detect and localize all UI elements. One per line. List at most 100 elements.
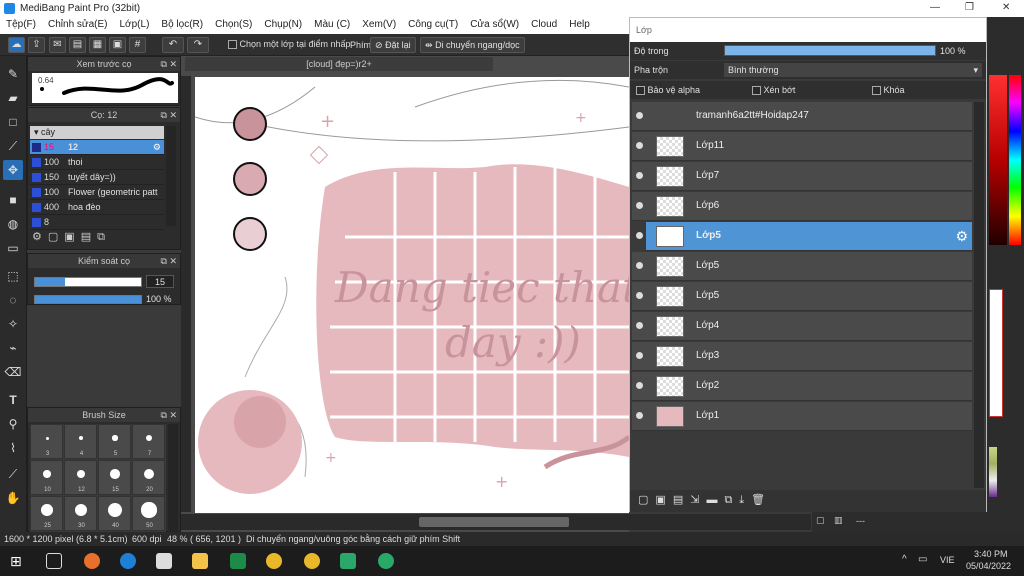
brush-list-item[interactable]: 15 12 ⚙ [30, 140, 164, 155]
dot-tool-icon[interactable]: □ [3, 112, 23, 132]
magic-wand-tool-icon[interactable]: ✧ [3, 314, 23, 334]
layer-list-scrollbar[interactable] [974, 102, 984, 488]
import-layer-icon[interactable]: ⇲ [690, 494, 706, 506]
brush-size-cell[interactable]: 3 [30, 424, 63, 459]
clock-date[interactable]: 05/04/2022 [966, 561, 1011, 571]
folder-icon[interactable]: ▤ [81, 231, 97, 243]
panel-layout-icon[interactable]: ▣ [109, 37, 126, 53]
drawing-canvas[interactable]: + + + + Dang tiec that day :)) [195, 77, 629, 513]
layer-row[interactable]: Lớp2 [632, 372, 972, 401]
edge-icon[interactable] [120, 553, 136, 569]
layer-row[interactable]: Lớp4 [632, 312, 972, 341]
layer-opacity-slider[interactable] [724, 45, 936, 56]
brush-size-scrollbar[interactable] [168, 424, 178, 532]
brush-size-cell[interactable]: 30 [64, 496, 97, 531]
brush-list-item[interactable]: 100 Flower (geometric patt [30, 185, 164, 200]
brush-size-cell[interactable]: 50 [132, 496, 165, 531]
brush-list-item[interactable]: 8 [30, 215, 164, 230]
brush-tool-icon[interactable]: ✎ [3, 64, 23, 84]
layer-row[interactable]: Lớp11 [632, 132, 972, 161]
menu-cloud[interactable]: Cloud [525, 17, 563, 30]
select-single-layer-option[interactable]: Chọn một lớp tại điểm nhấp [228, 39, 350, 50]
task-view-icon[interactable] [46, 553, 62, 569]
chrome-icon[interactable] [266, 553, 282, 569]
redo-icon[interactable]: ↷ [187, 37, 209, 53]
new-color-layer-icon[interactable]: ▤ [673, 494, 690, 506]
brush-size-value[interactable]: 15 [146, 275, 174, 288]
excel-icon[interactable] [230, 553, 246, 569]
windows-start-icon[interactable]: ⊞ [10, 553, 26, 569]
delete-layer-icon[interactable]: 🗑 [751, 494, 772, 506]
brush-group-header[interactable]: ▾ cây [30, 126, 164, 139]
medibang-icon[interactable] [340, 553, 356, 569]
canvas-horizontal-scrollbar[interactable] [181, 514, 811, 530]
menu-window[interactable]: Cửa sổ(W) [464, 17, 525, 30]
brush-size-cell[interactable]: 5 [98, 424, 131, 459]
blend-mode-select[interactable]: Bình thường ▾ [724, 63, 982, 77]
network-icon[interactable]: ▭ [918, 554, 927, 565]
new-brush-icon[interactable]: ▢ [48, 231, 64, 243]
clipping-option[interactable]: Xén bớt [752, 85, 795, 96]
menu-layer[interactable]: Lớp(L) [114, 17, 156, 30]
brush-size-slider[interactable] [34, 277, 142, 287]
gradient-tool-icon[interactable]: ▭ [3, 238, 23, 258]
lock-checkbox[interactable] [872, 86, 881, 96]
hue-bar[interactable] [1009, 75, 1021, 245]
menu-select[interactable]: Chọn(S) [209, 17, 258, 30]
hand-tool-icon[interactable]: ✋ [3, 488, 23, 508]
panel-close-icon[interactable]: ⧉ ✕ [161, 408, 177, 422]
grid-icon[interactable]: # [129, 37, 146, 53]
layer-row[interactable]: Lớp6 [632, 192, 972, 221]
clipping-checkbox[interactable] [752, 86, 761, 96]
layer-visibility-icon[interactable] [636, 262, 643, 269]
layer-visibility-icon[interactable] [636, 142, 643, 149]
layer-row[interactable]: Lớp5 ⚙ [636, 222, 972, 251]
file-explorer-icon[interactable] [192, 553, 208, 569]
layer-visibility-icon[interactable] [636, 232, 643, 239]
new-folder-icon[interactable]: ▬ [706, 494, 724, 506]
lasso-tool-icon[interactable]: ◌ [3, 290, 23, 310]
menu-help[interactable]: Help [563, 17, 596, 30]
select-eraser-tool-icon[interactable]: ⌫ [3, 362, 23, 382]
menu-file[interactable]: Tệp(F) [0, 17, 42, 30]
layer-row[interactable]: Lớp5 [632, 282, 972, 311]
layer-row[interactable]: Lớp3 [632, 342, 972, 371]
eraser-tool-icon[interactable]: ▰ [3, 88, 23, 108]
language-indicator[interactable]: VIE [940, 555, 955, 565]
brush-settings-icon[interactable]: ⚙ [32, 231, 48, 243]
menu-snap[interactable]: Chụp(N) [258, 17, 308, 30]
select-single-layer-checkbox[interactable] [228, 40, 237, 50]
color-square[interactable] [989, 75, 1007, 245]
brush-size-cell[interactable]: 12 [64, 460, 97, 495]
layer-visibility-icon[interactable] [636, 112, 643, 119]
move-horizontal-vertical-button[interactable]: ⇹ Di chuyển ngang/dọc [420, 37, 525, 53]
brush-size-cell[interactable]: 15 [98, 460, 131, 495]
document-icon[interactable]: ▦ [89, 37, 106, 53]
brush-size-cell[interactable]: 4 [64, 424, 97, 459]
brush-size-cell[interactable]: 10 [30, 460, 63, 495]
layer-row[interactable]: Lớp1 [632, 402, 972, 431]
brush-size-cell[interactable]: 20 [132, 460, 165, 495]
menu-edit[interactable]: Chỉnh sửa(E) [42, 17, 114, 30]
layer-visibility-icon[interactable] [636, 322, 643, 329]
shape-tool-icon[interactable]: ■ [3, 190, 23, 210]
new-layer-icon[interactable]: ▢ [638, 494, 655, 506]
brush-settings-gear-icon[interactable]: ⚙ [153, 140, 161, 155]
brush-size-cell[interactable]: 40 [98, 496, 131, 531]
brush-list-item[interactable]: 400 hoa đèo [30, 200, 164, 215]
copy-brush-icon[interactable]: ⧉ [97, 231, 111, 243]
text-tool-icon[interactable]: T [3, 390, 23, 410]
trash-icon[interactable]: ▥ [834, 515, 843, 526]
layer-visibility-icon[interactable] [636, 172, 643, 179]
menu-view[interactable]: Xem(V) [356, 17, 402, 30]
merge-layer-icon[interactable]: ⤓ [739, 494, 751, 506]
panel-close-icon[interactable]: ⧉ ✕ [161, 254, 177, 268]
layer-row[interactable]: Lớp5 [632, 252, 972, 281]
duplicate-layer-icon[interactable]: ⧉ [724, 494, 739, 506]
brush-opacity-slider[interactable] [34, 295, 142, 304]
undo-icon[interactable]: ↶ [162, 37, 184, 53]
minimize-button[interactable]: — [930, 2, 940, 13]
layer-visibility-icon[interactable] [636, 352, 643, 359]
new-halftone-layer-icon[interactable]: ▣ [655, 494, 672, 506]
close-window-button[interactable]: ✕ [1002, 2, 1010, 13]
